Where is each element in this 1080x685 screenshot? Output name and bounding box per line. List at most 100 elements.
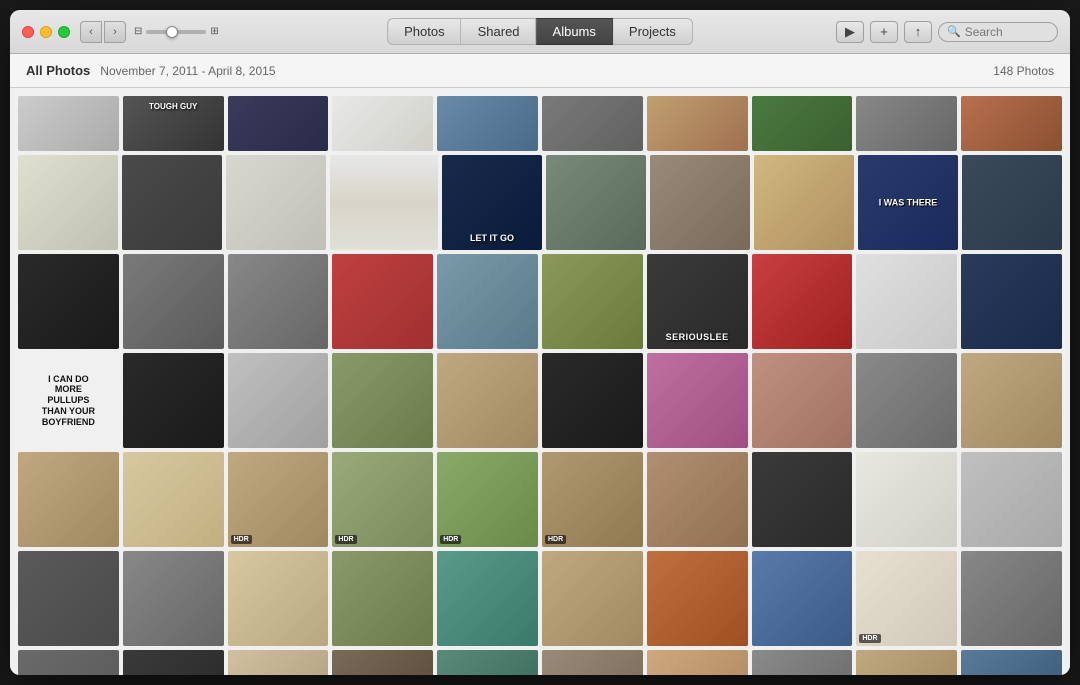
photo-cell[interactable] xyxy=(752,254,853,349)
photo-cell[interactable] xyxy=(437,551,538,646)
photo-cell[interactable]: HDR xyxy=(542,452,643,547)
photo-cell[interactable] xyxy=(856,254,957,349)
photo-cell[interactable] xyxy=(123,452,224,547)
photo-cell[interactable] xyxy=(123,353,224,448)
breadcrumb-date: November 7, 2011 - April 8, 2015 xyxy=(100,64,275,78)
zoom-in-icon: ⊞ xyxy=(210,26,218,37)
photo-cell[interactable] xyxy=(123,650,224,675)
photo-cell[interactable] xyxy=(962,155,1062,250)
photo-grid: TOUGH GUY LET IT GO I WAS THERE xyxy=(10,88,1070,675)
close-button[interactable] xyxy=(22,26,34,38)
photo-cell[interactable] xyxy=(228,353,329,448)
photo-cell[interactable]: HDR xyxy=(856,551,957,646)
photo-cell[interactable] xyxy=(332,551,433,646)
photo-cell[interactable] xyxy=(752,353,853,448)
photo-cell[interactable] xyxy=(542,254,643,349)
minimize-button[interactable] xyxy=(40,26,52,38)
search-input[interactable] xyxy=(965,25,1045,39)
photo-cell[interactable] xyxy=(647,96,748,151)
tab-shared[interactable]: Shared xyxy=(462,18,537,45)
photo-cell[interactable] xyxy=(332,254,433,349)
photo-cell[interactable] xyxy=(961,452,1062,547)
photo-cell[interactable] xyxy=(542,551,643,646)
photo-cell[interactable] xyxy=(332,650,433,675)
maximize-button[interactable] xyxy=(58,26,70,38)
photo-cell[interactable]: HDR xyxy=(437,452,538,547)
photo-cell[interactable] xyxy=(228,650,329,675)
photo-cell[interactable]: LET IT GO xyxy=(442,155,542,250)
right-toolbar: ▶ + ↑ 🔍 xyxy=(836,21,1058,43)
photo-cell[interactable] xyxy=(542,96,643,151)
photo-cell[interactable] xyxy=(961,254,1062,349)
zoom-slider[interactable] xyxy=(146,30,206,34)
photo-cell[interactable] xyxy=(754,155,854,250)
forward-button[interactable]: › xyxy=(104,21,126,43)
photo-cell[interactable] xyxy=(961,353,1062,448)
titlebar: ‹ › ⊟ ⊞ Photos Shared Albums Projects ▶ … xyxy=(10,10,1070,54)
photo-cell[interactable] xyxy=(18,551,119,646)
grid-row: HDR HDR HDR HDR xyxy=(18,452,1062,547)
photo-cell[interactable]: I CAN DOMOREPULLUPSTHAN YOURBOYFRIEND xyxy=(18,353,119,448)
photo-cell[interactable] xyxy=(18,155,118,250)
slider-thumb xyxy=(166,26,178,38)
photo-cell[interactable]: HDR xyxy=(228,452,329,547)
main-window: ‹ › ⊟ ⊞ Photos Shared Albums Projects ▶ … xyxy=(10,10,1070,675)
photo-cell[interactable] xyxy=(856,96,957,151)
photo-cell[interactable] xyxy=(546,155,646,250)
photo-cell[interactable] xyxy=(961,96,1062,151)
grid-row: HDR HDR xyxy=(18,650,1062,675)
photo-cell[interactable]: HDR xyxy=(856,650,957,675)
photo-cell[interactable] xyxy=(856,353,957,448)
photo-cell[interactable] xyxy=(752,551,853,646)
photo-cell[interactable] xyxy=(18,452,119,547)
photo-cell[interactable]: HDR xyxy=(332,452,433,547)
photo-cell[interactable] xyxy=(332,96,433,151)
photo-cell[interactable] xyxy=(228,96,329,151)
photo-cell[interactable]: HDR xyxy=(647,650,748,675)
play-button[interactable]: ▶ xyxy=(836,21,864,43)
photo-cell[interactable]: TOUGH GUY xyxy=(123,96,224,151)
photo-cell[interactable] xyxy=(961,551,1062,646)
photo-cell[interactable] xyxy=(647,452,748,547)
photo-cell[interactable] xyxy=(647,353,748,448)
photo-cell[interactable] xyxy=(330,155,438,250)
photo-cell[interactable] xyxy=(647,551,748,646)
photo-cell[interactable] xyxy=(228,254,329,349)
back-button[interactable]: ‹ xyxy=(80,21,102,43)
photo-cell[interactable] xyxy=(961,650,1062,675)
photo-cell[interactable] xyxy=(122,155,222,250)
photo-cell[interactable] xyxy=(123,551,224,646)
photo-cell[interactable] xyxy=(332,353,433,448)
photo-cell[interactable]: SERIOUSLEE xyxy=(647,254,748,349)
photo-cell[interactable] xyxy=(856,452,957,547)
photo-cell[interactable] xyxy=(542,353,643,448)
tab-albums[interactable]: Albums xyxy=(537,18,613,45)
zoom-slider-area: ⊟ ⊞ xyxy=(134,26,219,37)
photo-cell[interactable] xyxy=(752,650,853,675)
photo-cell[interactable] xyxy=(226,155,326,250)
photo-cell[interactable] xyxy=(18,96,119,151)
tab-projects[interactable]: Projects xyxy=(613,18,693,45)
add-button[interactable]: + xyxy=(870,21,898,43)
photo-cell[interactable]: I WAS THERE xyxy=(858,155,958,250)
photo-cell[interactable] xyxy=(18,650,119,675)
grid-row: I CAN DOMOREPULLUPSTHAN YOURBOYFRIEND xyxy=(18,353,1062,448)
traffic-lights xyxy=(22,26,70,38)
hdr-badge: HDR xyxy=(859,634,880,643)
photo-cell[interactable] xyxy=(437,254,538,349)
photo-cell[interactable] xyxy=(542,650,643,675)
photo-cell[interactable] xyxy=(437,96,538,151)
photo-cell[interactable] xyxy=(18,254,119,349)
photo-cell[interactable] xyxy=(123,254,224,349)
photo-count: 148 Photos xyxy=(993,64,1054,78)
photo-cell[interactable] xyxy=(437,650,538,675)
photo-cell[interactable] xyxy=(437,353,538,448)
photo-cell[interactable] xyxy=(752,452,853,547)
photo-cell[interactable] xyxy=(228,551,329,646)
tab-photos[interactable]: Photos xyxy=(387,18,461,45)
photo-cell[interactable] xyxy=(650,155,750,250)
share-button[interactable]: ↑ xyxy=(904,21,932,43)
photo-cell[interactable] xyxy=(752,96,853,151)
search-box[interactable]: 🔍 xyxy=(938,22,1058,42)
grid-row: HDR xyxy=(18,551,1062,646)
